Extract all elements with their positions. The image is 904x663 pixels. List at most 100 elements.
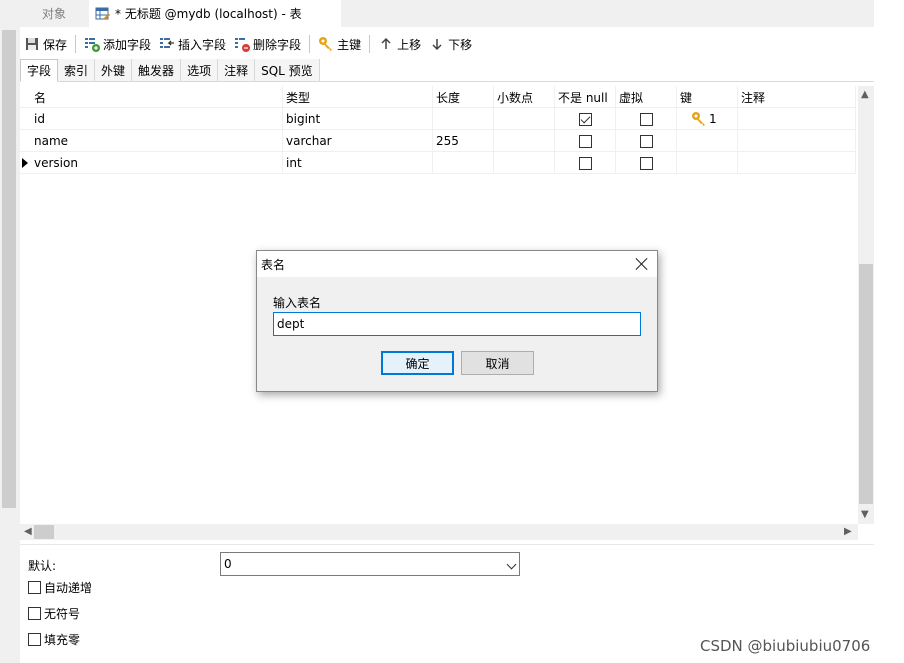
tab-objects[interactable]: 对象 xyxy=(20,0,88,27)
key-icon xyxy=(691,111,707,127)
document-tab-bar: 对象 * 无标题 @mydb (localhost) - 表 xyxy=(20,0,874,27)
column-header-name[interactable]: 名 xyxy=(31,86,283,108)
subtab-options[interactable]: 选项 xyxy=(181,59,219,81)
add-field-button[interactable]: 添加字段 xyxy=(80,33,155,55)
tab-table-designer[interactable]: * 无标题 @mydb (localhost) - 表 xyxy=(89,0,341,27)
key-order: 1 xyxy=(709,112,717,126)
field-name-cell[interactable]: id xyxy=(31,108,283,130)
scroll-right-arrow-icon[interactable]: ▶ xyxy=(844,527,852,537)
table-row[interactable]: id bigint 1 xyxy=(20,108,856,130)
key-cell[interactable]: 1 xyxy=(677,108,738,130)
unsigned-label: 无符号 xyxy=(44,607,81,621)
grid-vertical-scrollbar[interactable]: ▲ ▼ xyxy=(858,86,874,524)
unsigned-option[interactable]: 无符号 xyxy=(28,605,80,622)
primary-key-button[interactable]: 主键 xyxy=(314,33,365,55)
move-down-button[interactable]: 下移 xyxy=(425,33,476,55)
toolbar-separator xyxy=(309,35,311,53)
save-button[interactable]: 保存 xyxy=(20,33,71,55)
zerofill-option[interactable]: 填充零 xyxy=(28,631,80,648)
virtual-cell xyxy=(616,108,677,130)
column-header-virtual[interactable]: 虚拟 xyxy=(616,86,677,108)
zerofill-label: 填充零 xyxy=(44,633,81,647)
table-name-input[interactable] xyxy=(273,312,641,336)
grid-header: 名 类型 长度 小数点 不是 null 虚拟 键 注释 xyxy=(20,86,856,108)
left-panel-strip xyxy=(0,0,20,663)
left-scrollbar[interactable] xyxy=(2,30,16,508)
table-row[interactable]: version int xyxy=(20,152,856,174)
field-type-cell[interactable]: bigint xyxy=(283,108,433,130)
auto-increment-checkbox[interactable] xyxy=(28,581,41,594)
field-decimals-cell[interactable] xyxy=(494,108,555,130)
field-comment-cell[interactable] xyxy=(738,108,856,130)
default-value: 0 xyxy=(224,557,232,571)
add-field-label: 添加字段 xyxy=(103,37,152,52)
horizontal-scroll-thumb[interactable] xyxy=(34,525,54,539)
key-cell[interactable] xyxy=(677,130,738,152)
column-header-key[interactable]: 键 xyxy=(677,86,738,108)
field-comment-cell[interactable] xyxy=(738,152,856,174)
column-header-length[interactable]: 长度 xyxy=(433,86,494,108)
add-field-icon xyxy=(84,36,101,52)
subtab-comment[interactable]: 注释 xyxy=(218,59,256,81)
grid-horizontal-scrollbar[interactable]: ◀ ▶ xyxy=(20,524,858,540)
field-length-cell[interactable] xyxy=(433,152,494,174)
field-decimals-cell[interactable] xyxy=(494,130,555,152)
dialog-title: 表名 xyxy=(261,257,286,272)
field-type-cell[interactable]: varchar xyxy=(283,130,433,152)
dialog-title-bar: 表名 xyxy=(257,251,657,277)
field-name-cell[interactable]: name xyxy=(31,130,283,152)
subtab-indexes[interactable]: 索引 xyxy=(58,59,96,81)
column-header-type[interactable]: 类型 xyxy=(283,86,433,108)
move-down-label: 下移 xyxy=(448,37,473,52)
arrow-up-icon xyxy=(378,36,394,52)
insert-field-icon xyxy=(159,36,175,52)
field-decimals-cell[interactable] xyxy=(494,152,555,174)
auto-increment-option[interactable]: 自动递增 xyxy=(28,579,92,596)
scroll-left-arrow-icon[interactable]: ◀ xyxy=(24,527,32,537)
scroll-down-arrow-icon[interactable]: ▼ xyxy=(861,510,869,520)
insert-field-label: 插入字段 xyxy=(178,37,227,52)
virtual-cell xyxy=(616,130,677,152)
not-null-checkbox[interactable] xyxy=(578,134,592,148)
move-up-button[interactable]: 上移 xyxy=(374,33,425,55)
scroll-up-arrow-icon[interactable]: ▲ xyxy=(861,90,869,100)
subtab-triggers[interactable]: 触发器 xyxy=(132,59,182,81)
field-name-cell[interactable]: version xyxy=(31,152,283,174)
auto-increment-label: 自动递增 xyxy=(44,581,93,595)
tab-table-label: * 无标题 @mydb (localhost) - 表 xyxy=(115,7,302,21)
subtab-foreign-keys[interactable]: 外键 xyxy=(95,59,133,81)
save-icon xyxy=(24,36,40,52)
field-type-cell[interactable]: int xyxy=(283,152,433,174)
cancel-button[interactable]: 取消 xyxy=(461,351,534,375)
table-row[interactable]: name varchar 255 xyxy=(20,130,856,152)
virtual-checkbox[interactable] xyxy=(639,134,653,148)
watermark: CSDN @biubiubiu0706 xyxy=(700,637,871,655)
delete-field-icon xyxy=(234,36,251,52)
field-length-cell[interactable] xyxy=(433,108,494,130)
subtab-sql-preview[interactable]: SQL 预览 xyxy=(255,59,320,81)
column-header-decimals[interactable]: 小数点 xyxy=(494,86,555,108)
field-length-cell[interactable]: 255 xyxy=(433,130,494,152)
key-cell[interactable] xyxy=(677,152,738,174)
field-comment-cell[interactable] xyxy=(738,130,856,152)
not-null-checkbox[interactable] xyxy=(578,112,592,126)
virtual-checkbox[interactable] xyxy=(639,156,653,170)
close-icon[interactable] xyxy=(635,257,649,271)
default-value-select[interactable]: 0 xyxy=(220,552,520,576)
virtual-cell xyxy=(616,152,677,174)
insert-field-button[interactable]: 插入字段 xyxy=(155,33,230,55)
arrow-down-icon xyxy=(429,36,445,52)
virtual-checkbox[interactable] xyxy=(639,112,653,126)
unsigned-checkbox[interactable] xyxy=(28,607,41,620)
column-header-not-null[interactable]: 不是 null xyxy=(555,86,616,108)
subtab-fields[interactable]: 字段 xyxy=(20,59,59,82)
not-null-checkbox[interactable] xyxy=(578,156,592,170)
zerofill-checkbox[interactable] xyxy=(28,633,41,646)
default-label: 默认: xyxy=(28,559,57,573)
ok-button[interactable]: 确定 xyxy=(381,351,454,375)
toolbar-separator xyxy=(75,35,77,53)
column-header-comment[interactable]: 注释 xyxy=(738,86,856,108)
vertical-scroll-thumb[interactable] xyxy=(859,264,873,504)
not-null-cell xyxy=(555,130,616,152)
delete-field-button[interactable]: 删除字段 xyxy=(230,33,305,55)
